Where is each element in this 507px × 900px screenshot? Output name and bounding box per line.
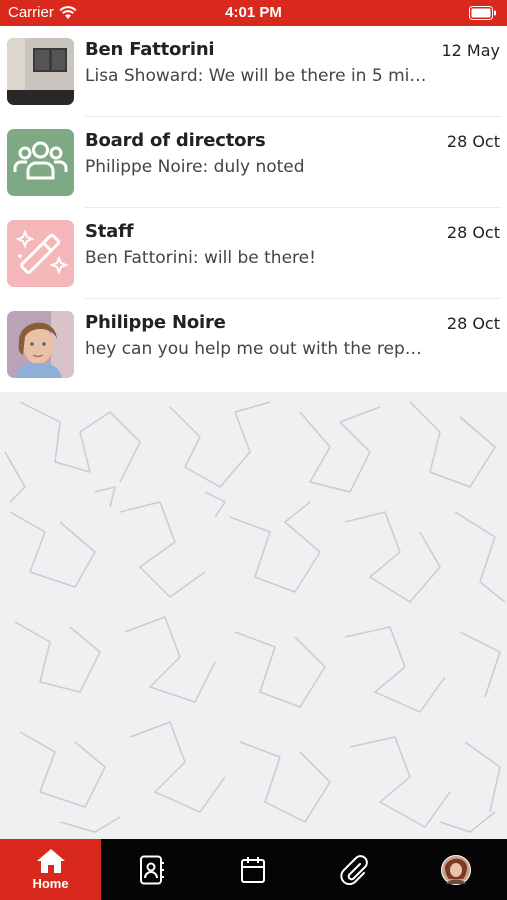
tab-contacts[interactable] xyxy=(101,839,202,900)
home-icon xyxy=(36,849,65,873)
chat-preview: Lisa Showard: We will be there in 5 mi… xyxy=(85,66,427,86)
chat-name: Staff xyxy=(85,221,134,242)
clock: 4:01 PM xyxy=(225,4,282,21)
background-pattern xyxy=(0,392,507,839)
chat-date: 12 May xyxy=(441,41,500,60)
avatar xyxy=(7,38,74,105)
chat-name: Board of directors xyxy=(85,130,266,151)
tab-label: Home xyxy=(32,876,69,891)
paperclip-icon xyxy=(339,854,368,885)
tab-bar: Home xyxy=(0,839,507,900)
chat-preview: hey can you help me out with the repo… xyxy=(85,339,430,359)
chat-row[interactable]: Board of directors 28 Oct Philippe Noire… xyxy=(0,117,507,208)
tab-profile[interactable] xyxy=(404,839,507,900)
chat-row[interactable]: Ben Fattorini 12 May Lisa Showard: We wi… xyxy=(0,26,507,117)
chat-name: Ben Fattorini xyxy=(85,39,215,60)
tab-attachments[interactable] xyxy=(303,839,404,900)
chat-date: 28 Oct xyxy=(446,314,500,333)
group-people-icon xyxy=(7,129,74,196)
avatar xyxy=(7,311,74,378)
contacts-icon xyxy=(139,855,164,884)
chat-preview: Philippe Noire: duly noted xyxy=(85,157,305,177)
tab-home[interactable]: Home xyxy=(0,839,101,900)
magic-wand-icon xyxy=(7,220,74,287)
profile-avatar xyxy=(440,854,471,885)
chat-list: Ben Fattorini 12 May Lisa Showard: We wi… xyxy=(0,26,507,392)
chat-row[interactable]: Philippe Noire 28 Oct hey can you help m… xyxy=(0,299,507,390)
tab-calendar[interactable] xyxy=(202,839,303,900)
status-bar: Carrier 4:01 PM xyxy=(0,0,507,26)
chat-preview: Ben Fattorini: will be there! xyxy=(85,248,316,268)
chat-date: 28 Oct xyxy=(446,132,500,151)
chat-name: Philippe Noire xyxy=(85,312,226,333)
battery-icon xyxy=(469,6,497,24)
calendar-icon xyxy=(240,856,265,883)
chat-row[interactable]: Staff 28 Oct Ben Fattorini: will be ther… xyxy=(0,208,507,299)
chat-date: 28 Oct xyxy=(446,223,500,242)
